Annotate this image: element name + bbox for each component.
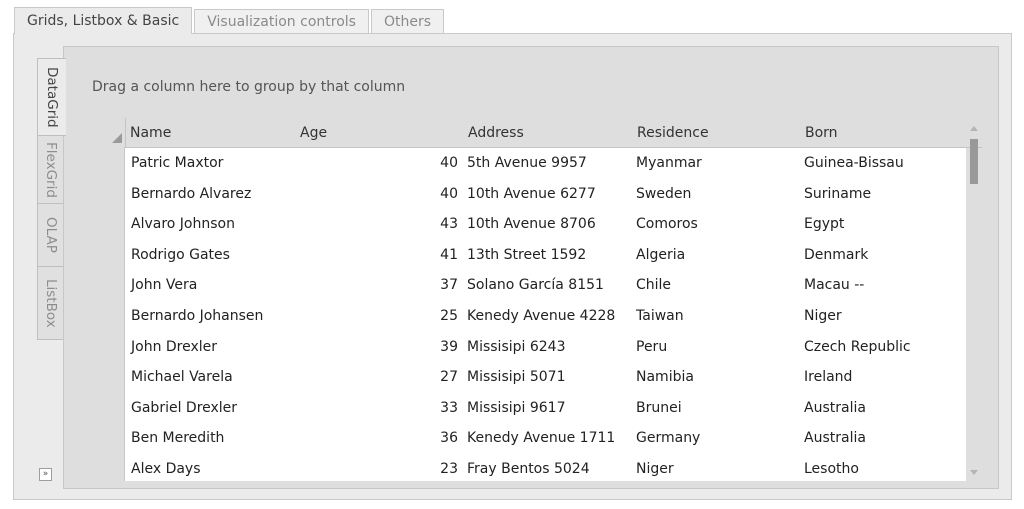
side-tab-listbox-label: ListBox: [43, 278, 59, 328]
cell-age[interactable]: 40: [375, 179, 458, 210]
column-header-age[interactable]: Age: [300, 118, 327, 148]
cell-residence[interactable]: Sweden: [636, 179, 691, 210]
table-row[interactable]: John Drexler 39 Missisipi 6243 Peru Czech Re…: [125, 332, 966, 363]
cell-residence[interactable]: Niger: [636, 454, 674, 481]
table-row[interactable]: Patric Maxtor 40 5th Avenue 9957 Myanmar Gui…: [125, 148, 966, 179]
scroll-thumb[interactable]: [970, 139, 978, 184]
tab-others[interactable]: Others: [370, 9, 444, 33]
cell-residence[interactable]: Brunei: [636, 393, 682, 424]
cell-born[interactable]: Denmark: [804, 240, 868, 271]
cell-born[interactable]: Egypt: [804, 209, 844, 240]
cell-age[interactable]: 27: [375, 362, 458, 393]
cell-name[interactable]: Ben Meredith: [131, 423, 224, 454]
table-row[interactable]: Ben Meredith 36 Kenedy Avenue 1711 Germany A…: [125, 423, 966, 454]
side-tab-listbox[interactable]: ListBox: [37, 266, 64, 340]
cell-address[interactable]: 5th Avenue 9957: [467, 148, 587, 179]
cell-name[interactable]: Patric Maxtor: [131, 148, 223, 179]
column-header-residence[interactable]: Residence: [637, 118, 709, 148]
tab-visualization-controls[interactable]: Visualization controls: [194, 9, 369, 33]
table-row[interactable]: John Vera 37 Solano García 8151 Chile Macau …: [125, 270, 966, 301]
cell-name[interactable]: Alex Days: [131, 454, 201, 481]
cell-residence[interactable]: Taiwan: [636, 301, 684, 332]
cell-address[interactable]: Solano García 8151: [467, 270, 604, 301]
cell-name[interactable]: Rodrigo Gates: [131, 240, 230, 271]
side-tab-flexgrid-label: FlexGrid: [43, 141, 59, 198]
table-row[interactable]: Michael Varela 27 Missisipi 5071 Namibia Ire…: [125, 362, 966, 393]
cell-address[interactable]: 10th Avenue 6277: [467, 179, 596, 210]
tab-grids-listbox-basic[interactable]: Grids, Listbox & Basic: [14, 7, 193, 34]
cell-age[interactable]: 25: [375, 301, 458, 332]
cell-age[interactable]: 41: [375, 240, 458, 271]
cell-born[interactable]: Australia: [804, 423, 866, 454]
scroll-up-arrow-icon[interactable]: [970, 126, 978, 131]
cell-residence[interactable]: Myanmar: [636, 148, 702, 179]
cell-address[interactable]: Fray Bentos 5024: [467, 454, 590, 481]
cell-address[interactable]: Kenedy Avenue 1711: [467, 423, 615, 454]
cell-name[interactable]: Gabriel Drexler: [131, 393, 237, 424]
data-grid: Name Age Address Residence Born Patric M…: [107, 118, 982, 481]
cell-address[interactable]: Missisipi 9617: [467, 393, 566, 424]
grid-body: Patric Maxtor 40 5th Avenue 9957 Myanmar Gui…: [124, 148, 966, 481]
side-tab-olap-label: OLAP: [43, 217, 59, 253]
side-tab-datagrid[interactable]: DataGrid: [37, 58, 66, 136]
cell-address[interactable]: Missisipi 6243: [467, 332, 566, 363]
cell-residence[interactable]: Chile: [636, 270, 671, 301]
cell-residence[interactable]: Peru: [636, 332, 667, 363]
table-row[interactable]: Alex Days 23 Fray Bentos 5024 Niger Lesotho: [125, 454, 966, 481]
cell-name[interactable]: Michael Varela: [131, 362, 233, 393]
cell-age[interactable]: 43: [375, 209, 458, 240]
cell-age[interactable]: 33: [375, 393, 458, 424]
cell-residence[interactable]: Algeria: [636, 240, 685, 271]
cell-name[interactable]: John Drexler: [131, 332, 217, 363]
cell-born[interactable]: Macau --: [804, 270, 864, 301]
column-header-name[interactable]: Name: [130, 118, 171, 148]
cell-name[interactable]: John Vera: [131, 270, 197, 301]
side-tab-olap[interactable]: OLAP: [37, 203, 64, 267]
datagrid-panel: Drag a column here to group by that colu…: [63, 46, 999, 489]
cell-born[interactable]: Guinea-Bissau: [804, 148, 904, 179]
side-tab-flexgrid[interactable]: FlexGrid: [37, 135, 64, 204]
tab-content-panel: DataGrid FlexGrid OLAP ListBox » Drag a …: [13, 33, 1012, 500]
cell-name[interactable]: Bernardo Johansen: [131, 301, 263, 332]
cell-address[interactable]: 10th Avenue 8706: [467, 209, 596, 240]
cell-born[interactable]: Australia: [804, 393, 866, 424]
table-row[interactable]: Rodrigo Gates 41 13th Street 1592 Algeria De…: [125, 240, 966, 271]
table-row[interactable]: Bernardo Alvarez 40 10th Avenue 6277 Sweden…: [125, 179, 966, 210]
cell-address[interactable]: Kenedy Avenue 4228: [467, 301, 615, 332]
cell-residence[interactable]: Comoros: [636, 209, 698, 240]
cell-age[interactable]: 36: [375, 423, 458, 454]
top-tab-strip: Grids, Listbox & Basic Visualization con…: [14, 7, 446, 34]
side-tab-strip: DataGrid FlexGrid OLAP ListBox: [37, 58, 66, 340]
cell-age[interactable]: 40: [375, 148, 458, 179]
cell-address[interactable]: 13th Street 1592: [467, 240, 586, 271]
cell-born[interactable]: Suriname: [804, 179, 871, 210]
cell-name[interactable]: Alvaro Johnson: [131, 209, 235, 240]
expand-sidebar-button[interactable]: »: [39, 468, 52, 481]
cell-residence[interactable]: Germany: [636, 423, 700, 454]
table-row[interactable]: Bernardo Johansen 25 Kenedy Avenue 4228 Tai…: [125, 301, 966, 332]
cell-name[interactable]: Bernardo Alvarez: [131, 179, 251, 210]
cell-residence[interactable]: Namibia: [636, 362, 694, 393]
cell-born[interactable]: Ireland: [804, 362, 852, 393]
cell-born[interactable]: Czech Republic: [804, 332, 911, 363]
table-row[interactable]: Gabriel Drexler 33 Missisipi 9617 Brunei Aus…: [125, 393, 966, 424]
vertical-scrollbar[interactable]: [966, 118, 982, 481]
cell-age[interactable]: 37: [375, 270, 458, 301]
header-left-separator: [125, 118, 126, 148]
grid-corner[interactable]: [107, 118, 124, 481]
cell-age[interactable]: 39: [375, 332, 458, 363]
column-header-born[interactable]: Born: [805, 118, 838, 148]
cell-born[interactable]: Niger: [804, 301, 842, 332]
side-tab-datagrid-label: DataGrid: [44, 66, 60, 128]
cell-age[interactable]: 23: [375, 454, 458, 481]
column-header-address[interactable]: Address: [468, 118, 524, 148]
cell-born[interactable]: Lesotho: [804, 454, 859, 481]
cell-address[interactable]: Missisipi 5071: [467, 362, 566, 393]
column-header-row: Name Age Address Residence Born: [107, 118, 982, 148]
scroll-down-arrow-icon[interactable]: [970, 470, 978, 475]
group-by-drop-zone[interactable]: Drag a column here to group by that colu…: [92, 79, 405, 95]
table-row[interactable]: Alvaro Johnson 43 10th Avenue 8706 Comoros E…: [125, 209, 966, 240]
